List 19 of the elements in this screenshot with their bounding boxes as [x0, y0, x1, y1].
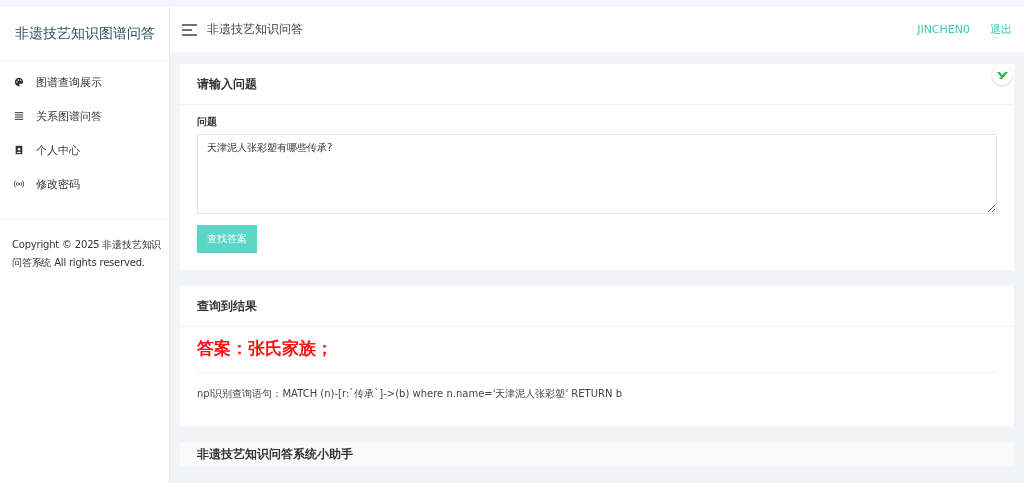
menu-icon[interactable]: [182, 23, 197, 36]
answer-text: 答案：张氏家族；: [197, 327, 997, 373]
sidebar-item[interactable]: 图谱查询展示: [0, 65, 169, 99]
sidebar-item[interactable]: 修改密码: [0, 167, 169, 201]
portrait-icon: [14, 145, 24, 155]
field-label: 问题: [197, 115, 218, 129]
copyright-text: Copyright © 2025 非遗技艺知识问答系统 All rights reserved.: [11, 238, 163, 270]
query-text: npl识别查询语句：MATCH (n)-[r:`传承`]->(b) where n.name='天津泥人张彩塑' RETURN b: [197, 387, 623, 401]
sidebar-item[interactable]: 关系图谱问答: [0, 99, 169, 133]
list-icon: [14, 111, 24, 121]
page-title: 非遗技艺知识问答: [207, 21, 304, 38]
palette-icon: [14, 77, 24, 87]
sidebar-item[interactable]: 个人中心: [0, 133, 169, 167]
app-title: 非遗技艺知识图谱问答: [0, 7, 169, 61]
question-field[interactable]: 天津泥人张彩塑有哪些传承?: [197, 134, 997, 214]
card-title: 非遗技艺知识问答系统小助手: [197, 445, 353, 463]
signal-icon: [14, 179, 24, 189]
card-title: 查询到结果: [197, 297, 257, 315]
card-title: 请输入问题: [197, 75, 257, 93]
